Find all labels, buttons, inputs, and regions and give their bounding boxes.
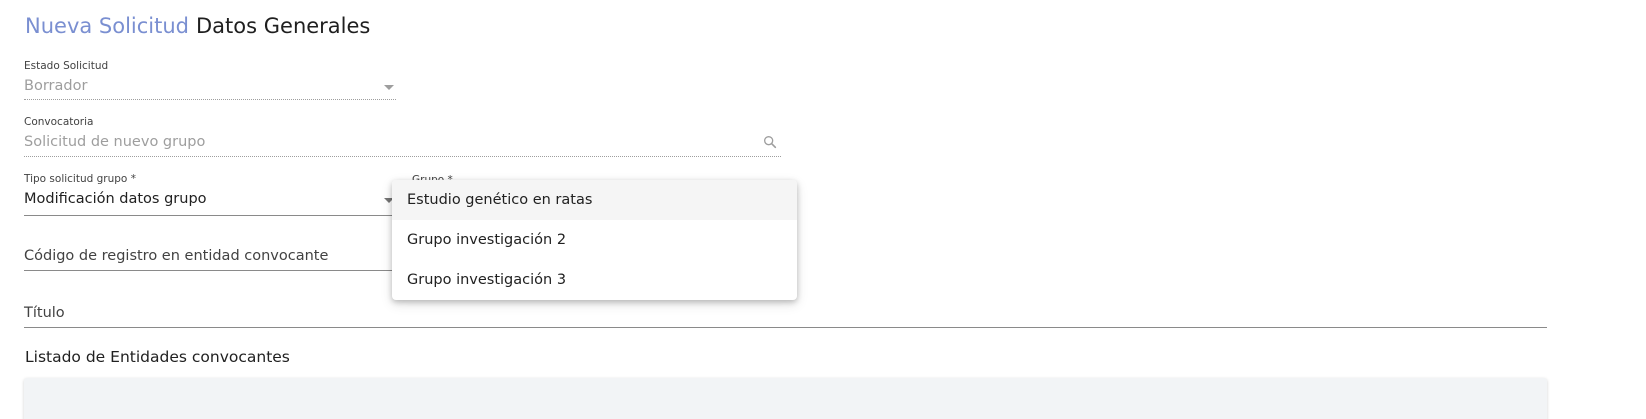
- estado-solicitud-label: Estado Solicitud: [24, 60, 109, 72]
- codigo-registro-input[interactable]: Código de registro en entidad convocante: [24, 246, 396, 272]
- codigo-registro-underline: [24, 270, 396, 271]
- titulo-label: Título: [24, 305, 65, 321]
- tipo-solicitud-label: Tipo solicitud grupo *: [24, 173, 136, 185]
- titulo-input[interactable]: Título: [24, 303, 1547, 329]
- tipo-solicitud-value: Modificación datos grupo: [24, 191, 207, 207]
- grupo-option[interactable]: Estudio genético en ratas: [392, 180, 797, 220]
- estado-solicitud-select: Estado Solicitud Borrador: [24, 60, 396, 102]
- tipo-solicitud-underline: [24, 215, 396, 216]
- grupo-option[interactable]: Grupo investigación 3: [392, 260, 797, 300]
- entidades-convocantes-table: [24, 378, 1547, 419]
- page-title-primary: Nueva Solicitud: [25, 14, 190, 38]
- search-icon[interactable]: [762, 134, 778, 150]
- page-title: Nueva Solicitud Datos Generales: [25, 14, 370, 38]
- convocatoria-field: Convocatoria Solicitud de nuevo grupo: [24, 116, 781, 158]
- arrow-drop-down-icon: [384, 85, 394, 90]
- estado-solicitud-value: Borrador: [24, 78, 88, 94]
- titulo-underline: [24, 327, 1547, 328]
- page-title-secondary: Datos Generales: [196, 14, 371, 38]
- grupo-options-panel: Estudio genético en ratas Grupo investig…: [392, 180, 797, 300]
- estado-solicitud-underline: [24, 99, 396, 100]
- entidades-convocantes-title: Listado de Entidades convocantes: [25, 348, 290, 366]
- codigo-registro-label: Código de registro en entidad convocante: [24, 248, 329, 264]
- convocatoria-underline: [24, 156, 781, 157]
- page: Nueva Solicitud Datos Generales Estado So…: [0, 0, 1646, 419]
- tipo-solicitud-select[interactable]: Tipo solicitud grupo * Modificación dato…: [24, 173, 396, 217]
- grupo-option[interactable]: Grupo investigación 2: [392, 220, 797, 260]
- convocatoria-value: Solicitud de nuevo grupo: [24, 134, 206, 150]
- convocatoria-label: Convocatoria: [24, 116, 94, 128]
